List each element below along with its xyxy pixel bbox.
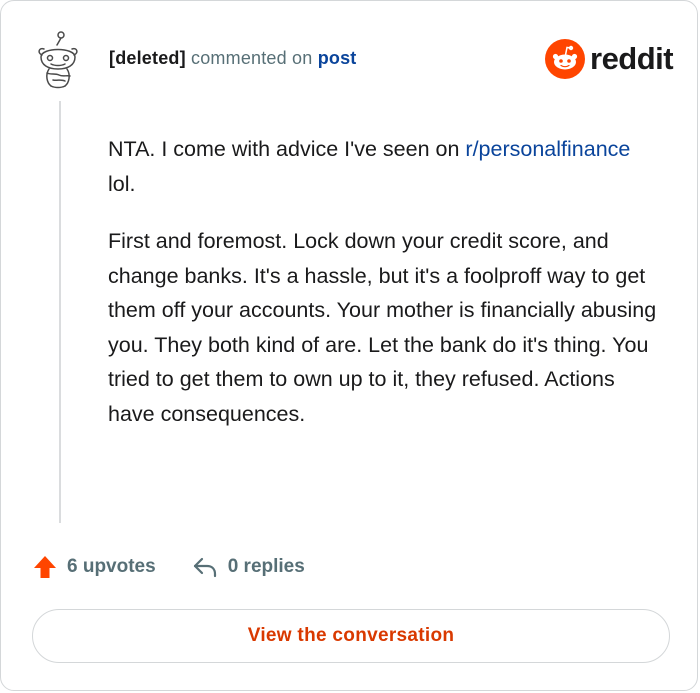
- paragraph-1-text-start: NTA. I come with advice I've seen on: [108, 137, 466, 161]
- reddit-logo[interactable]: reddit: [545, 39, 674, 79]
- upvote-stat[interactable]: 6 upvotes: [32, 554, 156, 580]
- comment-body: NTA. I come with advice I've seen on r/p…: [108, 132, 663, 454]
- comment-stats: 6 upvotes 0 replies: [32, 553, 305, 581]
- comment-action-text: commented on: [191, 48, 313, 68]
- reply-arrow-icon: [193, 557, 216, 578]
- deleted-user-snoo-icon: [38, 31, 78, 89]
- comment-card: [deleted] commented on post reddit NTA. …: [0, 0, 698, 691]
- reddit-wordmark: reddit: [590, 41, 674, 76]
- thread-line: [59, 101, 61, 523]
- deleted-user-avatar[interactable]: [35, 31, 81, 89]
- upvote-arrow-icon: [34, 556, 56, 578]
- reply-stat[interactable]: 0 replies: [192, 555, 305, 579]
- paragraph-1-text-end: lol.: [108, 171, 136, 196]
- comment-author[interactable]: [deleted]: [109, 48, 186, 68]
- post-link[interactable]: post: [318, 48, 357, 68]
- reddit-snoo-icon: [545, 39, 585, 79]
- upvote-count: 6 upvotes: [67, 556, 156, 577]
- comment-paragraph-1: NTA. I come with advice I've seen on r/p…: [108, 132, 663, 201]
- view-conversation-button[interactable]: View the conversation: [32, 609, 670, 663]
- reply-count: 0 replies: [227, 556, 305, 577]
- subreddit-link[interactable]: r/personalfinance: [465, 137, 630, 161]
- view-conversation-label: View the conversation: [247, 625, 455, 646]
- comment-paragraph-2: First and foremost. Lock down your credi…: [108, 229, 657, 426]
- comment-header: [deleted] commented on post: [109, 48, 356, 69]
